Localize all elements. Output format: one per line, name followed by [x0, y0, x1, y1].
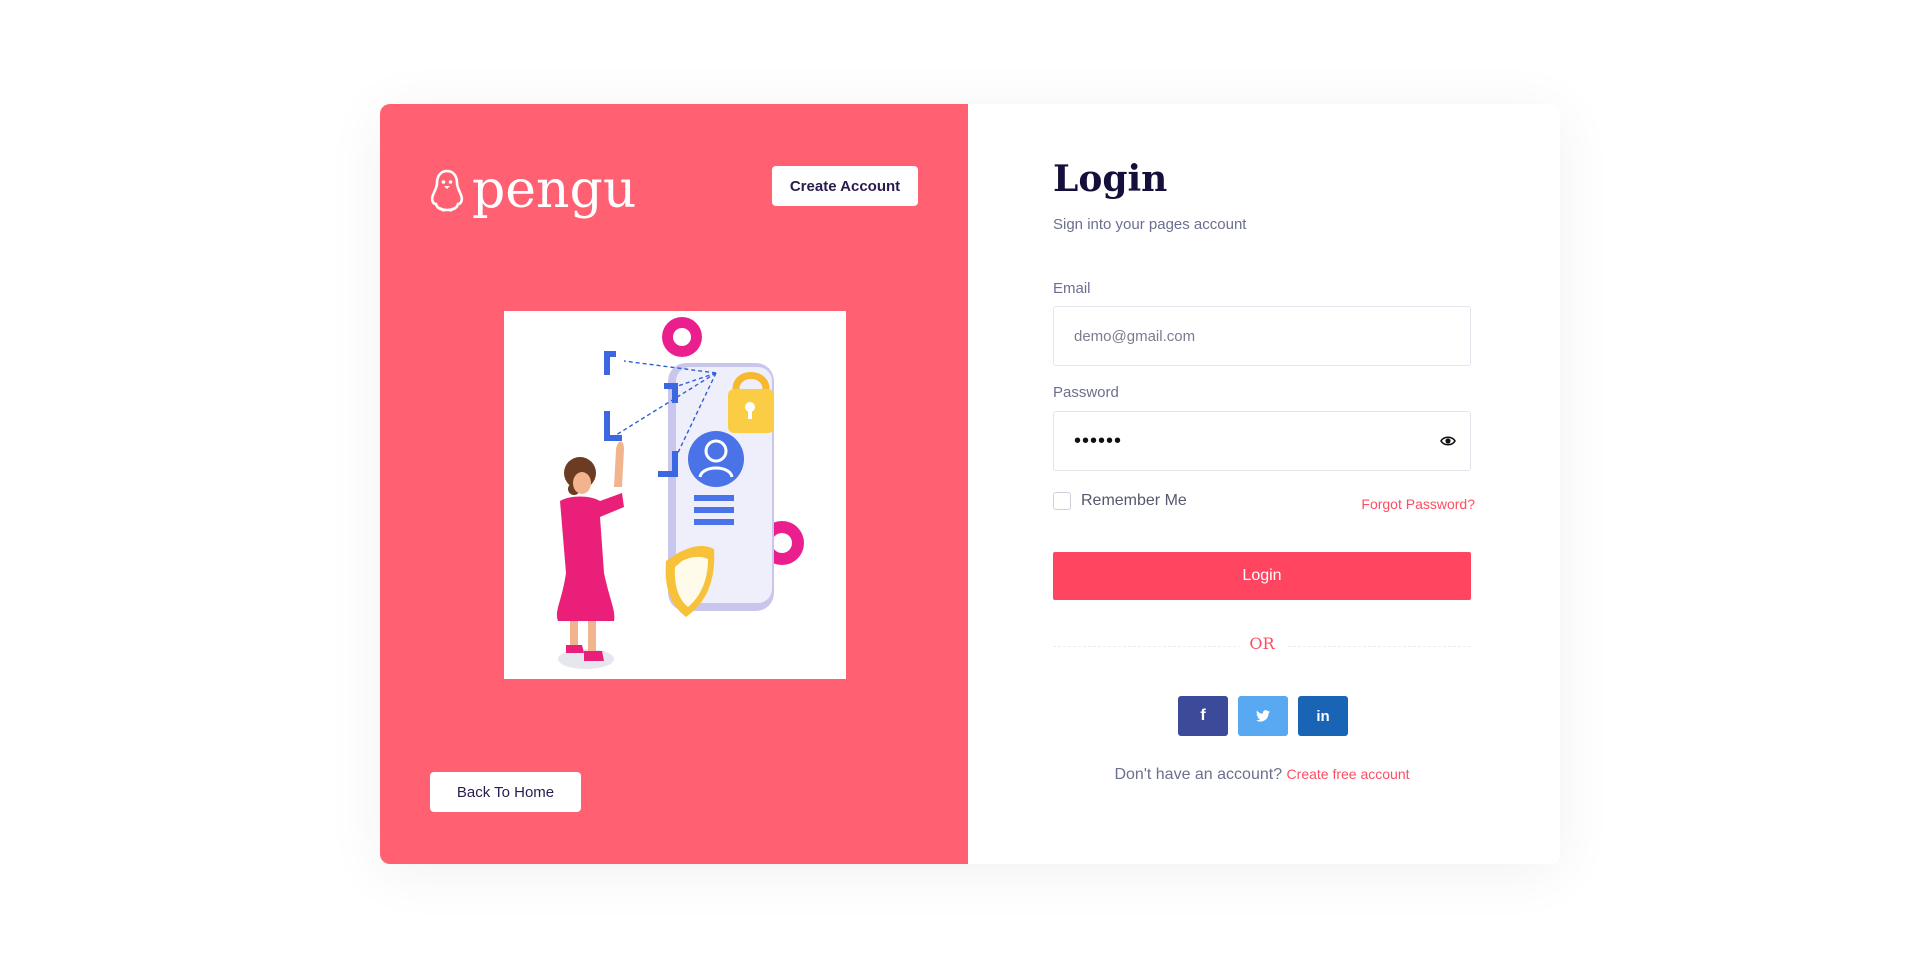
email-field[interactable]: [1053, 306, 1471, 366]
penguin-icon: [430, 169, 464, 212]
linkedin-login-button[interactable]: in: [1298, 696, 1348, 736]
social-login-group: f in: [1178, 696, 1348, 736]
brand-name: pengu: [472, 160, 637, 220]
twitter-icon: [1256, 710, 1270, 722]
back-to-home-button[interactable]: Back To Home: [430, 772, 581, 812]
checkbox-box[interactable]: [1053, 492, 1071, 510]
remember-me-checkbox[interactable]: Remember Me: [1053, 492, 1187, 510]
page-subtitle: Sign into your pages account: [1053, 216, 1247, 233]
twitter-login-button[interactable]: [1238, 696, 1288, 736]
login-panel: Login Sign into your pages account Email…: [968, 104, 1560, 864]
signup-text: Don't have an account?: [1114, 766, 1283, 783]
create-free-account-link[interactable]: Create free account: [1287, 766, 1410, 782]
facebook-icon: f: [1200, 707, 1206, 724]
eye-icon[interactable]: [1440, 434, 1456, 448]
security-illustration: [504, 311, 846, 679]
auth-card: pengu Create Account Back To Home Login …: [380, 104, 1560, 864]
email-label: Email: [1053, 280, 1091, 297]
or-separator: OR: [1239, 634, 1285, 653]
remember-me-label: Remember Me: [1081, 492, 1187, 509]
brand-panel: pengu Create Account Back To Home: [380, 104, 968, 864]
password-field[interactable]: [1053, 411, 1471, 471]
page-title: Login: [1053, 158, 1168, 200]
linkedin-icon: in: [1316, 707, 1330, 725]
forgot-password-link[interactable]: Forgot Password?: [1361, 496, 1475, 512]
facebook-login-button[interactable]: f: [1178, 696, 1228, 736]
logo[interactable]: pengu: [430, 164, 636, 216]
signup-prompt: Don't have an account? Create free accou…: [968, 766, 1556, 784]
login-button[interactable]: Login: [1053, 552, 1471, 600]
password-label: Password: [1053, 384, 1119, 401]
create-account-button[interactable]: Create Account: [772, 166, 918, 206]
